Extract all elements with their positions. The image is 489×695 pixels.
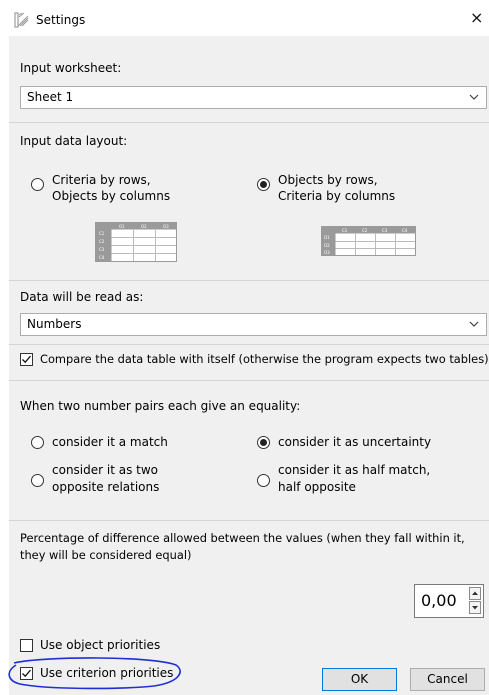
- separator: [9, 122, 489, 123]
- separator: [9, 344, 489, 345]
- percentage-spinner[interactable]: 0,00: [414, 584, 484, 618]
- spin-up-button[interactable]: [469, 587, 481, 600]
- equality-opt3-line2: opposite relations: [52, 480, 160, 494]
- cancel-button[interactable]: Cancel: [410, 668, 485, 691]
- equality-opt4-line2: half opposite: [278, 480, 356, 494]
- separator: [9, 280, 489, 281]
- separator: [9, 380, 489, 381]
- criteria-by-rows-table-preview: O1 O2 O3 C1 C2 C3 C4: [95, 222, 177, 262]
- table-a-col: O3: [163, 224, 169, 229]
- layout-option-b-line1: Objects by rows,: [278, 173, 378, 187]
- equality-label: When two number pairs each give an equal…: [20, 399, 301, 413]
- table-a-row: C2: [99, 239, 105, 244]
- equality-opt4-line1: consider it as half match,: [278, 463, 431, 477]
- table-a-row: C4: [99, 255, 105, 260]
- use-object-priorities-label: Use object priorities: [40, 638, 161, 652]
- window-title: Settings: [36, 13, 86, 27]
- equality-match-radio[interactable]: [31, 436, 44, 449]
- percentage-label-line2: they will be considered equal): [20, 548, 192, 562]
- title-bar: Settings ×: [0, 0, 489, 40]
- layout-criteria-by-rows-radio[interactable]: [31, 178, 44, 191]
- table-b-col: C4: [402, 228, 408, 233]
- layout-option-a-line2: Objects by columns: [52, 189, 171, 203]
- equality-opt2-label: consider it as uncertainty: [278, 435, 432, 449]
- read-as-value: Numbers: [27, 317, 82, 331]
- table-b-col: C1: [342, 228, 348, 233]
- percentage-value[interactable]: 0,00: [421, 591, 457, 610]
- table-a-row: C3: [99, 247, 105, 252]
- input-worksheet-select[interactable]: Sheet 1: [20, 86, 487, 109]
- check-icon: [22, 355, 31, 364]
- equality-half-match-radio[interactable]: [257, 474, 270, 487]
- ok-button[interactable]: OK: [322, 668, 397, 691]
- table-b-row: O1: [324, 235, 330, 240]
- settings-app-icon: [14, 12, 30, 28]
- layout-option-b-line2: Criteria by columns: [278, 189, 396, 203]
- annotation-circle: [8, 657, 181, 690]
- percentage-label-line1: Percentage of difference allowed between…: [20, 531, 465, 545]
- separator: [9, 520, 489, 521]
- table-b-row: O2: [324, 243, 330, 248]
- input-layout-label: Input data layout:: [20, 134, 128, 148]
- input-worksheet-value: Sheet 1: [27, 90, 74, 104]
- equality-two-relations-radio[interactable]: [31, 474, 44, 487]
- spin-down-button[interactable]: [469, 601, 481, 614]
- input-worksheet-label: Input worksheet:: [20, 61, 122, 75]
- equality-opt3-line1: consider it as two: [52, 463, 159, 477]
- close-icon[interactable]: ×: [470, 10, 483, 26]
- table-b-col: C2: [362, 228, 368, 233]
- layout-objects-by-rows-radio[interactable]: [257, 178, 270, 191]
- caret-up-icon: [472, 591, 478, 595]
- table-a-col: O2: [141, 224, 147, 229]
- table-b-col: C3: [382, 228, 388, 233]
- equality-opt1-label: consider it a match: [52, 435, 168, 449]
- compare-self-label: Compare the data table with itself (othe…: [40, 352, 489, 366]
- caret-down-icon: [472, 606, 478, 610]
- equality-uncertainty-radio[interactable]: [257, 436, 270, 449]
- chevron-down-icon: [468, 318, 480, 330]
- chevron-down-icon: [468, 91, 480, 103]
- table-a-row: C1: [99, 231, 105, 236]
- use-object-priorities-checkbox[interactable]: [20, 639, 33, 652]
- table-b-row: O3: [324, 250, 330, 255]
- layout-option-a-line1: Criteria by rows,: [52, 173, 151, 187]
- table-a-col: O1: [119, 224, 125, 229]
- read-as-select[interactable]: Numbers: [20, 313, 487, 336]
- read-as-label: Data will be read as:: [20, 290, 144, 304]
- compare-self-checkbox[interactable]: [20, 353, 33, 366]
- objects-by-rows-table-preview: C1 C2 C3 C4 O1 O2 O3: [321, 226, 416, 256]
